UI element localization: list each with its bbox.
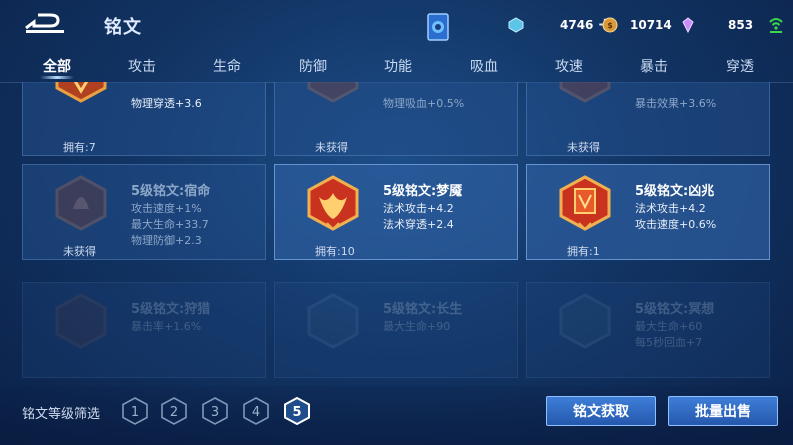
gem-counter: 853 — [680, 14, 753, 36]
inscription-owned: 未获得 — [567, 141, 600, 154]
inscription-attr: 物理吸血+0.5% — [383, 97, 465, 110]
gem-value: 853 — [728, 18, 754, 32]
svg-text:$: $ — [607, 21, 613, 30]
inscription-attr: 法术攻击+4.2 — [383, 202, 454, 215]
inscription-card[interactable]: 5级铭文:狩猎 暴击率+1.6% — [22, 282, 266, 378]
inscription-card[interactable]: 5级铭文:长生 最大生命+90 — [274, 282, 518, 378]
inscription-name: 5级铭文:宿命 — [131, 184, 211, 199]
inscription-card[interactable]: 5级铭文:冥想 最大生命+60 每5秒回血+7 — [526, 282, 770, 378]
svg-text:4: 4 — [252, 405, 260, 420]
inscription-emblem-icon — [55, 82, 107, 103]
inscription-name: 5级铭文:凶兆 — [635, 184, 715, 199]
tab-attack[interactable]: 攻击 — [128, 56, 156, 76]
tab-crit[interactable]: 暴击 — [640, 56, 668, 76]
inscription-owned: 未获得 — [63, 245, 96, 258]
inscription-owned: 未获得 — [315, 141, 348, 154]
inscription-emblem-icon — [55, 293, 107, 349]
tab-penetration[interactable]: 穿透 — [726, 56, 754, 76]
inscription-attr: 暴击率+1.6% — [131, 320, 202, 333]
inscription-attr: 攻击速度+1% — [131, 202, 202, 215]
inscription-attr: 物理穿透+3.6 — [131, 97, 202, 110]
inscription-owned: 拥有:10 — [315, 245, 355, 258]
inscription-attr: 物理防御+2.3 — [131, 234, 202, 247]
inscription-name: 5级铭文:狩猎 — [131, 302, 211, 317]
svg-text:5: 5 — [292, 405, 301, 420]
inscription-name: 5级铭文:冥想 — [635, 302, 715, 317]
inscription-attr: 法术穿透+2.4 — [383, 218, 454, 231]
inscription-card[interactable]: 5级铭文:宿命 攻击速度+1% 最大生命+33.7 物理防御+2.3 未获得 — [22, 164, 266, 260]
inscription-emblem-icon — [559, 293, 611, 349]
inscription-card[interactable]: 暴击效果+3.6% 未获得 — [526, 82, 770, 156]
inscription-attr: 最大生命+90 — [383, 320, 451, 333]
category-tabs: 全部 攻击 生命 防御 功能 吸血 攻速 暴击 穿透 — [0, 50, 793, 83]
tab-health[interactable]: 生命 — [213, 56, 241, 76]
level-filter-label: 铭文等级筛选 — [22, 407, 101, 422]
inscription-attr: 法术攻击+4.2 — [635, 202, 706, 215]
level-filter-3[interactable]: 3 — [202, 397, 228, 425]
coin-counter: $ 10714 — [602, 14, 672, 36]
top-bar: 铭文 4746 + $ 10714 853 — [0, 0, 793, 50]
inscription-attr: 暴击效果+3.6% — [635, 97, 717, 110]
inscription-grid: 物理穿透+3.6 拥有:7 物理吸血+0.5% 未获得 暴击效果+3.6% 未获… — [0, 82, 793, 382]
bottom-bar: 铭文等级筛选 1 2 3 4 5 铭文获取 批量出售 — [0, 386, 793, 445]
omen-emblem-icon — [559, 175, 611, 231]
bulk-sell-button[interactable]: 批量出售 — [668, 396, 778, 426]
level-filter-5[interactable]: 5 — [284, 397, 310, 425]
inscription-card[interactable]: 物理吸血+0.5% 未获得 — [274, 82, 518, 156]
inscription-name: 5级铭文:梦魇 — [383, 184, 463, 199]
inscription-attr: 每5秒回血+7 — [635, 336, 703, 349]
level-filter-1[interactable]: 1 — [122, 397, 148, 425]
wifi-signal-icon — [769, 18, 783, 33]
svg-text:1: 1 — [131, 405, 139, 420]
inscription-attr: 最大生命+33.7 — [131, 218, 209, 231]
level-filter-2[interactable]: 2 — [161, 397, 187, 425]
inscription-name: 5级铭文:长生 — [383, 302, 463, 317]
inscription-emblem-icon — [307, 82, 359, 103]
tab-attack-speed[interactable]: 攻速 — [555, 56, 583, 76]
tab-defense[interactable]: 防御 — [299, 56, 327, 76]
tab-utility[interactable]: 功能 — [384, 56, 412, 76]
inscription-owned: 拥有:1 — [567, 245, 600, 258]
coin-value: 10714 — [630, 18, 672, 32]
inscription-attr: 攻击速度+0.6% — [635, 218, 717, 231]
active-tab-underline — [40, 76, 74, 79]
gem-icon — [682, 17, 694, 33]
page-title: 铭文 — [104, 17, 142, 38]
tab-lifesteal[interactable]: 吸血 — [470, 56, 498, 76]
inscription-attr: 最大生命+60 — [635, 320, 703, 333]
obtain-inscription-button[interactable]: 铭文获取 — [546, 396, 656, 426]
diamond-icon — [508, 17, 524, 33]
nightmare-emblem-icon — [307, 175, 359, 231]
inscription-card[interactable]: 物理穿透+3.6 拥有:7 — [22, 82, 266, 156]
svg-text:3: 3 — [211, 405, 219, 420]
inscription-card[interactable]: 5级铭文:梦魇 法术攻击+4.2 法术穿透+2.4 拥有:10 — [274, 164, 518, 260]
inscription-emblem-icon — [307, 293, 359, 349]
diamond-counter: 4746 + — [508, 14, 613, 36]
svg-text:2: 2 — [170, 405, 178, 420]
inscription-emblem-icon — [55, 175, 107, 231]
back-arrow-icon[interactable] — [20, 10, 68, 36]
inscription-emblem-icon — [559, 82, 611, 103]
tab-all[interactable]: 全部 — [43, 56, 71, 76]
level-filter-4[interactable]: 4 — [243, 397, 269, 425]
coin-icon: $ — [602, 17, 618, 33]
inscription-owned: 拥有:7 — [63, 141, 96, 154]
inscription-card[interactable]: 5级铭文:凶兆 法术攻击+4.2 攻击速度+0.6% 拥有:1 — [526, 164, 770, 260]
diamond-value: 4746 — [560, 18, 594, 32]
inscription-card-icon[interactable] — [426, 12, 450, 42]
